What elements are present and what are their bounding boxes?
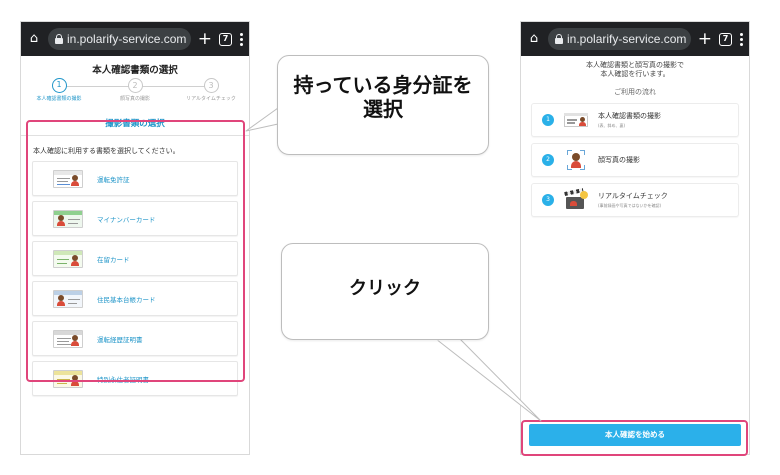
document-label: マイナンバーカード — [97, 215, 156, 224]
flow-step-2: 2 顔写真の撮影 — [531, 143, 739, 177]
callout-select-id: 持っている身分証を 選択 — [277, 55, 489, 155]
flow-step-title: 顔写真の撮影 — [598, 156, 640, 164]
step-label: リアルタイムチェック — [186, 96, 236, 102]
callout-line: 持っている身分証を — [293, 73, 473, 97]
flow-step-3: 3 リアルタイムチェック (事前録画や写真ではないかを確認) — [531, 183, 739, 217]
home-icon[interactable]: ⌂ — [527, 32, 541, 46]
home-icon[interactable]: ⌂ — [27, 32, 41, 46]
tab-count-icon[interactable]: 7 — [219, 32, 232, 46]
new-tab-icon[interactable]: + — [698, 30, 712, 48]
lock-icon — [555, 34, 563, 44]
document-label: 運転経歴証明書 — [97, 335, 143, 344]
id-card-icon — [564, 109, 588, 131]
intro-line: 本人確認を行います。 — [600, 70, 670, 78]
step-number: 3 — [203, 78, 219, 93]
step-label: 本人確認書類の撮影 — [36, 96, 82, 102]
callout-line: 選択 — [363, 97, 403, 121]
document-label: 在留カード — [97, 255, 130, 264]
document-label: 運転免許証 — [97, 175, 130, 184]
address-bar[interactable]: in.polarify-service.com — [548, 28, 691, 50]
menu-icon[interactable] — [739, 32, 743, 46]
flow-title: ご利用の流れ — [614, 88, 656, 96]
step-label: 顔写真の撮影 — [119, 96, 150, 102]
residence-card-icon — [53, 249, 83, 268]
flow-step-number: 1 — [542, 114, 554, 126]
section-title: 撮影書類の選択 — [21, 117, 249, 136]
document-option-special-permanent-resident-certificate[interactable]: 特別永住者証明書 — [32, 361, 238, 396]
progress-stepper: 1 本人確認書類の撮影 2 顔写真の撮影 3 リアルタイムチェック — [21, 78, 249, 108]
step-number: 2 — [127, 78, 143, 93]
callout-text: 持っている身分証を 選択 — [278, 73, 488, 121]
step-1: 1 本人確認書類の撮影 — [21, 78, 97, 102]
document-label: 住民基本台帳カード — [97, 295, 156, 304]
flow-step-title: 本人確認書類の撮影 — [598, 112, 661, 120]
intro-line: 本人確認書類と顔写真の撮影で — [586, 61, 684, 69]
url-text: in.polarify-service.com — [567, 32, 687, 46]
clapperboard-icon — [564, 188, 588, 211]
document-list: 本人確認に利用する書類を選択してください。 運転免許証 マイナンバーカード 在留… — [29, 142, 241, 396]
lock-icon — [55, 34, 63, 44]
url-text: in.polarify-service.com — [67, 32, 187, 46]
special-permanent-resident-card-icon — [53, 369, 83, 388]
menu-icon[interactable] — [239, 32, 243, 46]
face-scan-icon — [564, 149, 588, 171]
new-tab-icon[interactable]: + — [198, 30, 212, 48]
step-3: 3 リアルタイムチェック — [173, 78, 249, 102]
step-number: 1 — [51, 78, 67, 93]
flow-step-number: 2 — [542, 154, 554, 166]
callout-click: クリック — [281, 243, 489, 340]
page-title: 本人確認書類の選択 — [92, 65, 178, 76]
start-verification-button[interactable]: 本人確認を始める — [529, 424, 741, 446]
intro-text: 本人確認書類と顔写真の撮影で 本人確認を行います。 — [521, 61, 749, 79]
document-option-drivers-license[interactable]: 運転免許証 — [32, 161, 238, 196]
resident-register-card-icon — [53, 289, 83, 308]
flow-step-subtitle: (事前録画や写真ではないかを確認) — [598, 203, 662, 208]
callout-tail-select — [245, 107, 279, 132]
flow-step-1: 1 本人確認書類の撮影 (表、斜め、裏) — [531, 103, 739, 137]
browser-toolbar: ⌂ in.polarify-service.com + 7 — [21, 22, 249, 56]
flow-step-title: リアルタイムチェック — [598, 192, 668, 200]
mynumber-card-icon — [53, 209, 83, 228]
tutorial-stage: ⌂ in.polarify-service.com + 7 本人確認書類の選択 … — [0, 0, 780, 475]
document-option-driving-history-certificate[interactable]: 運転経歴証明書 — [32, 321, 238, 356]
document-option-residence-card[interactable]: 在留カード — [32, 241, 238, 276]
address-bar[interactable]: in.polarify-service.com — [48, 28, 191, 50]
flow-step-subtitle: (表、斜め、裏) — [598, 123, 626, 128]
tab-count-icon[interactable]: 7 — [719, 32, 732, 46]
callout-text: クリック — [349, 278, 421, 299]
flow-step-number: 3 — [542, 194, 554, 206]
phone-screen-verification-start: ⌂ in.polarify-service.com + 7 本人確認書類と顔写真… — [520, 21, 750, 455]
document-label: 特別永住者証明書 — [97, 375, 149, 384]
step-2: 2 顔写真の撮影 — [97, 78, 173, 102]
instruction-text: 本人確認に利用する書類を選択してください。 — [33, 147, 180, 155]
browser-toolbar: ⌂ in.polarify-service.com + 7 — [521, 22, 749, 56]
phone-screen-document-selection: ⌂ in.polarify-service.com + 7 本人確認書類の選択 … — [20, 21, 250, 455]
document-option-resident-register-card[interactable]: 住民基本台帳カード — [32, 281, 238, 316]
driver-license-card-icon — [53, 169, 83, 188]
driving-history-card-icon — [53, 329, 83, 348]
document-option-mynumber-card[interactable]: マイナンバーカード — [32, 201, 238, 236]
